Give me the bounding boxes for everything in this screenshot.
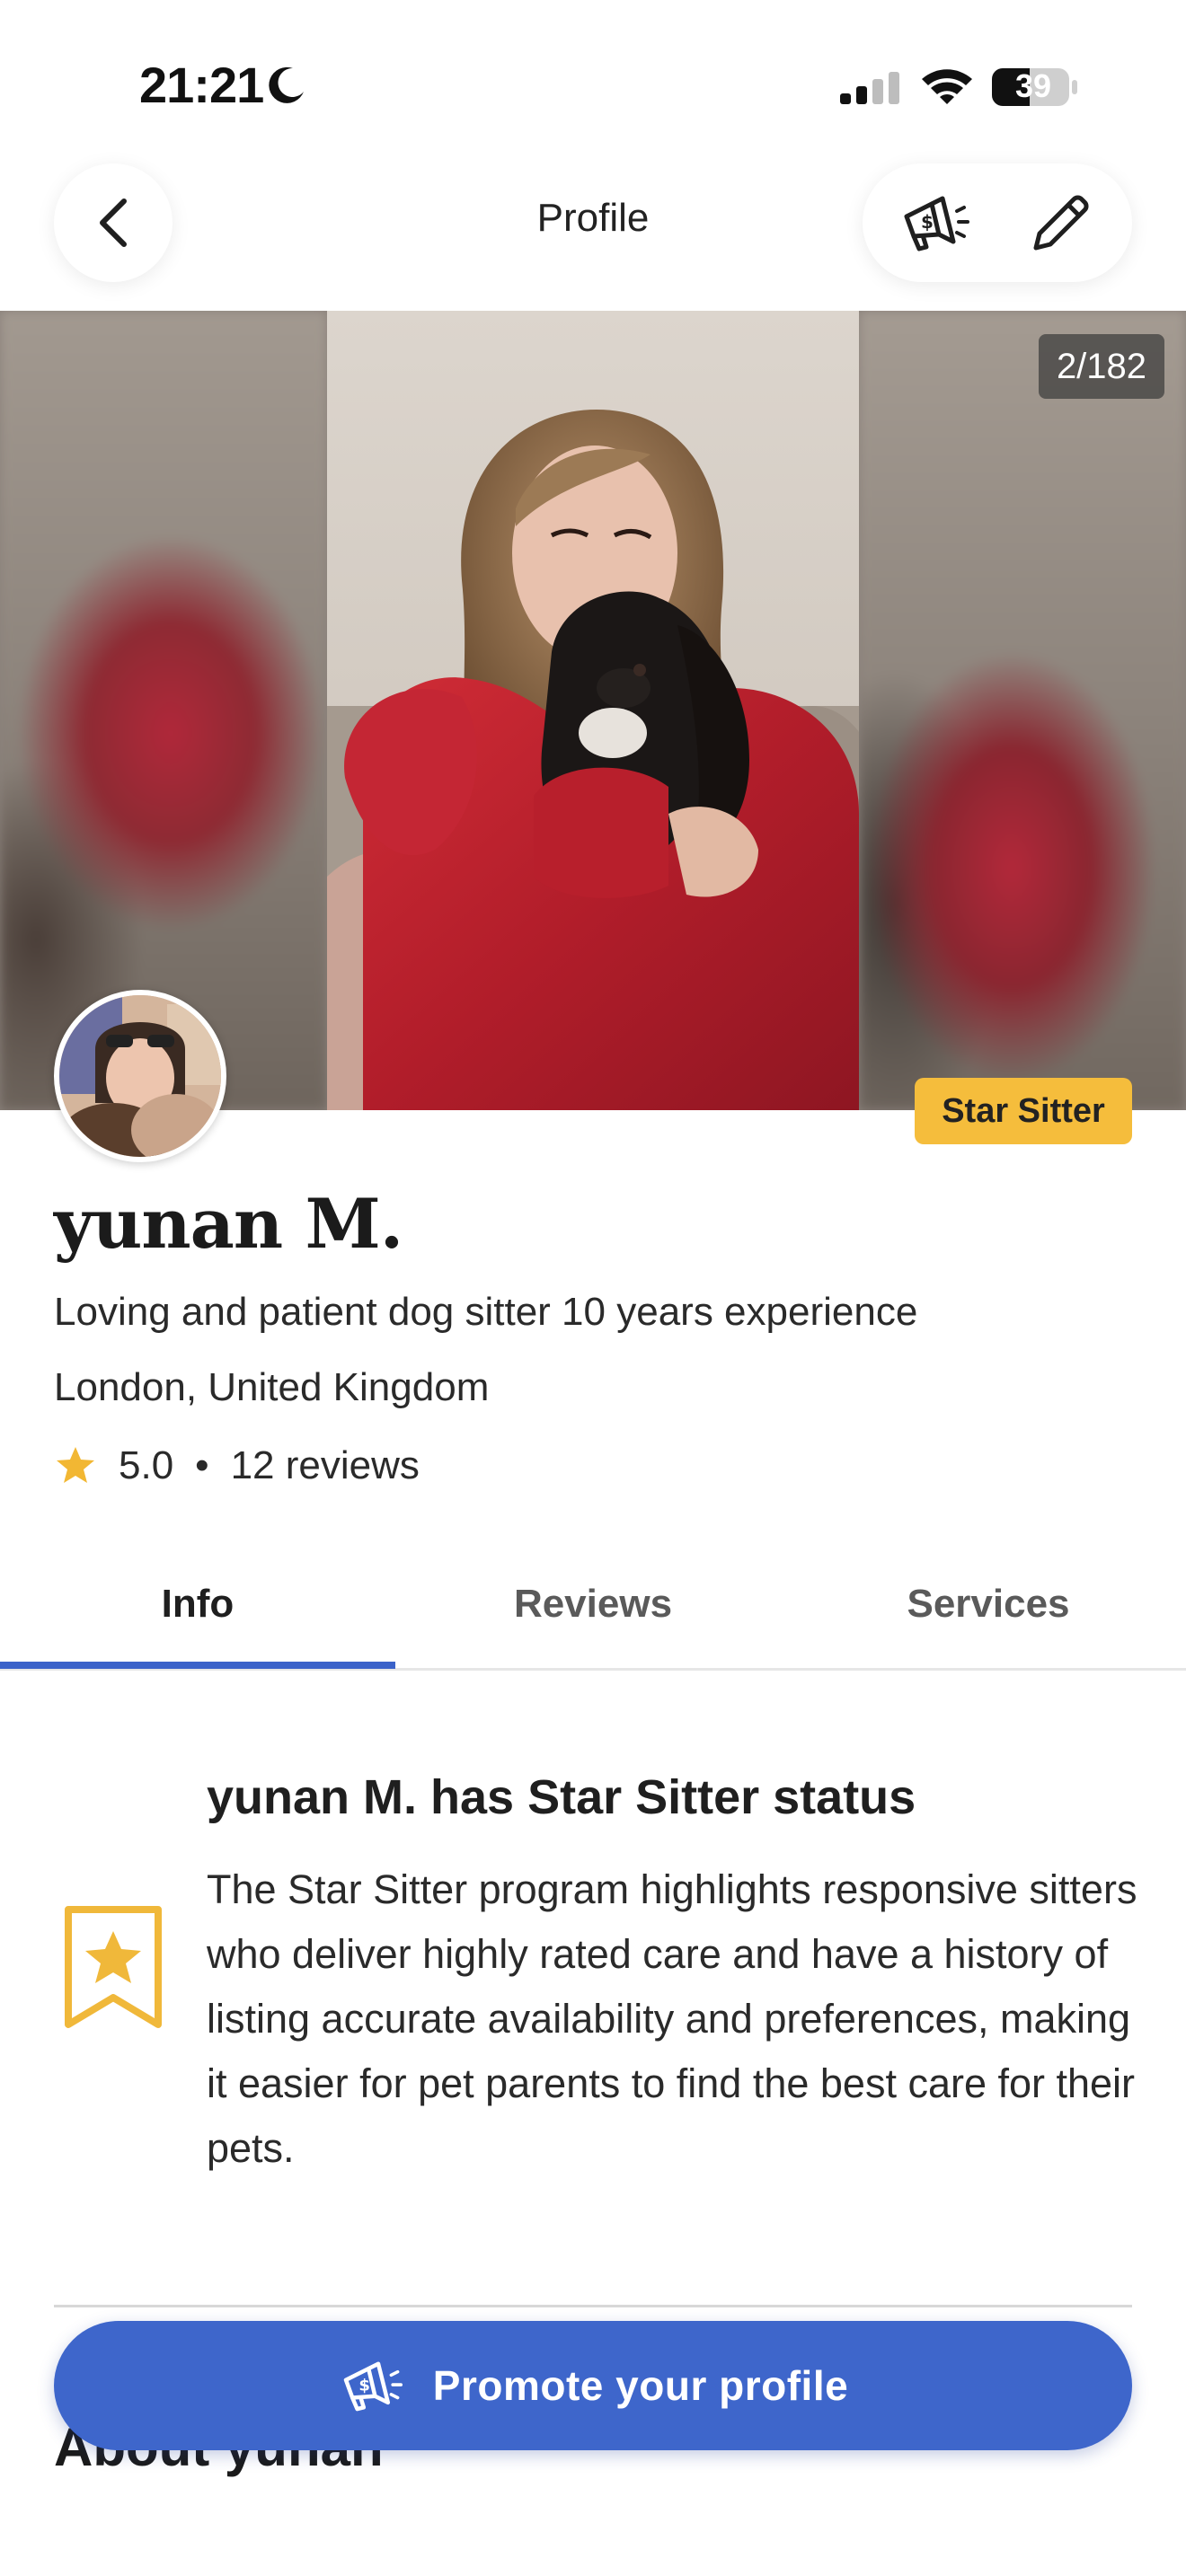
profile-photo-illustration [327,311,859,1110]
avatar-image [59,995,221,1157]
svg-text:$: $ [358,2376,370,2395]
promote-header-button[interactable]: $ [884,187,983,259]
status-time: 21:21 [139,57,264,113]
star-sitter-description: The Star Sitter program highlights respo… [207,1866,1137,2171]
bookmark-star-icon [65,1906,162,2028]
profile-photo [327,311,859,1110]
photo-counter: 2/182 [1039,334,1164,399]
promote-profile-button[interactable]: $ Promote your profile [54,2321,1132,2450]
moon-icon [269,66,304,103]
tab-reviews[interactable]: Reviews [395,1550,791,1671]
edit-button[interactable] [1012,187,1111,259]
photo-blur-left [0,311,327,1110]
photo-carousel[interactable]: 2/182 [0,311,1186,1110]
pencil-icon [1033,195,1089,251]
avatar[interactable] [54,990,226,1162]
tab-active-indicator [0,1662,395,1669]
cellular-signal-icon [840,72,899,104]
review-count: 12 reviews [230,1443,420,1487]
megaphone-dollar-icon: $ [343,2361,403,2412]
back-button[interactable] [54,163,173,282]
rating-value: 5.0 [119,1443,174,1487]
photo-blur-right [859,311,1186,1110]
header: Profile $ [0,153,1186,311]
chevron-left-icon [100,198,127,247]
header-actions: $ [863,163,1132,282]
profile-location: London, United Kingdom [54,1365,490,1409]
promote-profile-label: Promote your profile [432,2362,849,2409]
star-sitter-title: yunan M. has Star Sitter status [207,1770,916,1824]
tab-info[interactable]: Info [0,1550,395,1671]
star-sitter-badge: Star Sitter [915,1078,1132,1144]
section-divider [54,2305,1132,2307]
megaphone-dollar-icon: $ [904,196,969,251]
star-icon [57,1447,94,1483]
wifi-icon [922,69,972,104]
rating-row[interactable]: 5.0 • 12 reviews [54,1439,420,1493]
tab-services[interactable]: Services [791,1550,1186,1671]
status-bar: 21:21 39 [0,0,1186,153]
rating-separator: • [195,1443,209,1487]
page-title: Profile [536,196,650,240]
tab-bar: Info Reviews Services [0,1550,1186,1671]
profile-tagline: Loving and patient dog sitter 10 years e… [54,1290,918,1334]
profile-name: yunan M. [54,1184,403,1264]
battery-level: 39 [1014,67,1052,104]
profile-screen: 21:21 39 Profile $ 2/182 Star Sitter yun… [0,0,1186,2576]
svg-text:$: $ [921,211,934,233]
